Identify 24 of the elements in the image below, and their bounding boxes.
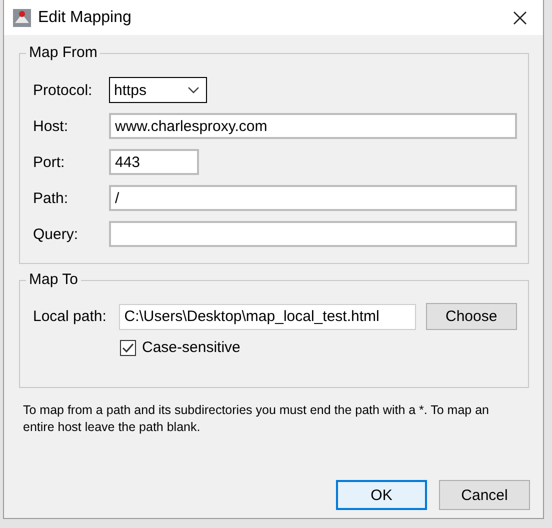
close-icon[interactable] bbox=[513, 10, 527, 24]
chevron-down-icon bbox=[188, 86, 199, 94]
protocol-dropdown[interactable]: https bbox=[109, 77, 207, 103]
help-text: To map from a path and its subdirectories you must end the path with a *. To map an entire host leave the path blank. bbox=[23, 402, 490, 436]
group-title: Map To bbox=[26, 271, 81, 288]
field-label: Port: bbox=[33, 154, 66, 170]
field-label: Path: bbox=[33, 190, 70, 206]
input-field[interactable]: C:\Users\Desktop\map_local_test.html bbox=[119, 304, 416, 330]
group-title: Map From bbox=[26, 44, 100, 61]
input-field[interactable]: 443 bbox=[109, 149, 199, 175]
input-field[interactable] bbox=[109, 221, 517, 247]
ok-button[interactable]: OK bbox=[336, 480, 427, 510]
cancel-button[interactable]: Cancel bbox=[439, 480, 530, 510]
field-label: Protocol: bbox=[33, 82, 94, 98]
field-label: Query: bbox=[33, 226, 80, 242]
choose-button[interactable]: Choose bbox=[426, 303, 517, 330]
field-label: Local path: bbox=[33, 308, 108, 325]
field-label: Host: bbox=[33, 118, 70, 134]
window-title: Edit Mapping bbox=[38, 8, 132, 26]
checkbox[interactable] bbox=[120, 340, 136, 356]
input-field[interactable]: / bbox=[109, 185, 517, 211]
checkbox-label: Case-sensitive bbox=[142, 339, 240, 356]
app-icon bbox=[12, 8, 32, 28]
input-field[interactable]: www.charlesproxy.com bbox=[109, 113, 517, 139]
